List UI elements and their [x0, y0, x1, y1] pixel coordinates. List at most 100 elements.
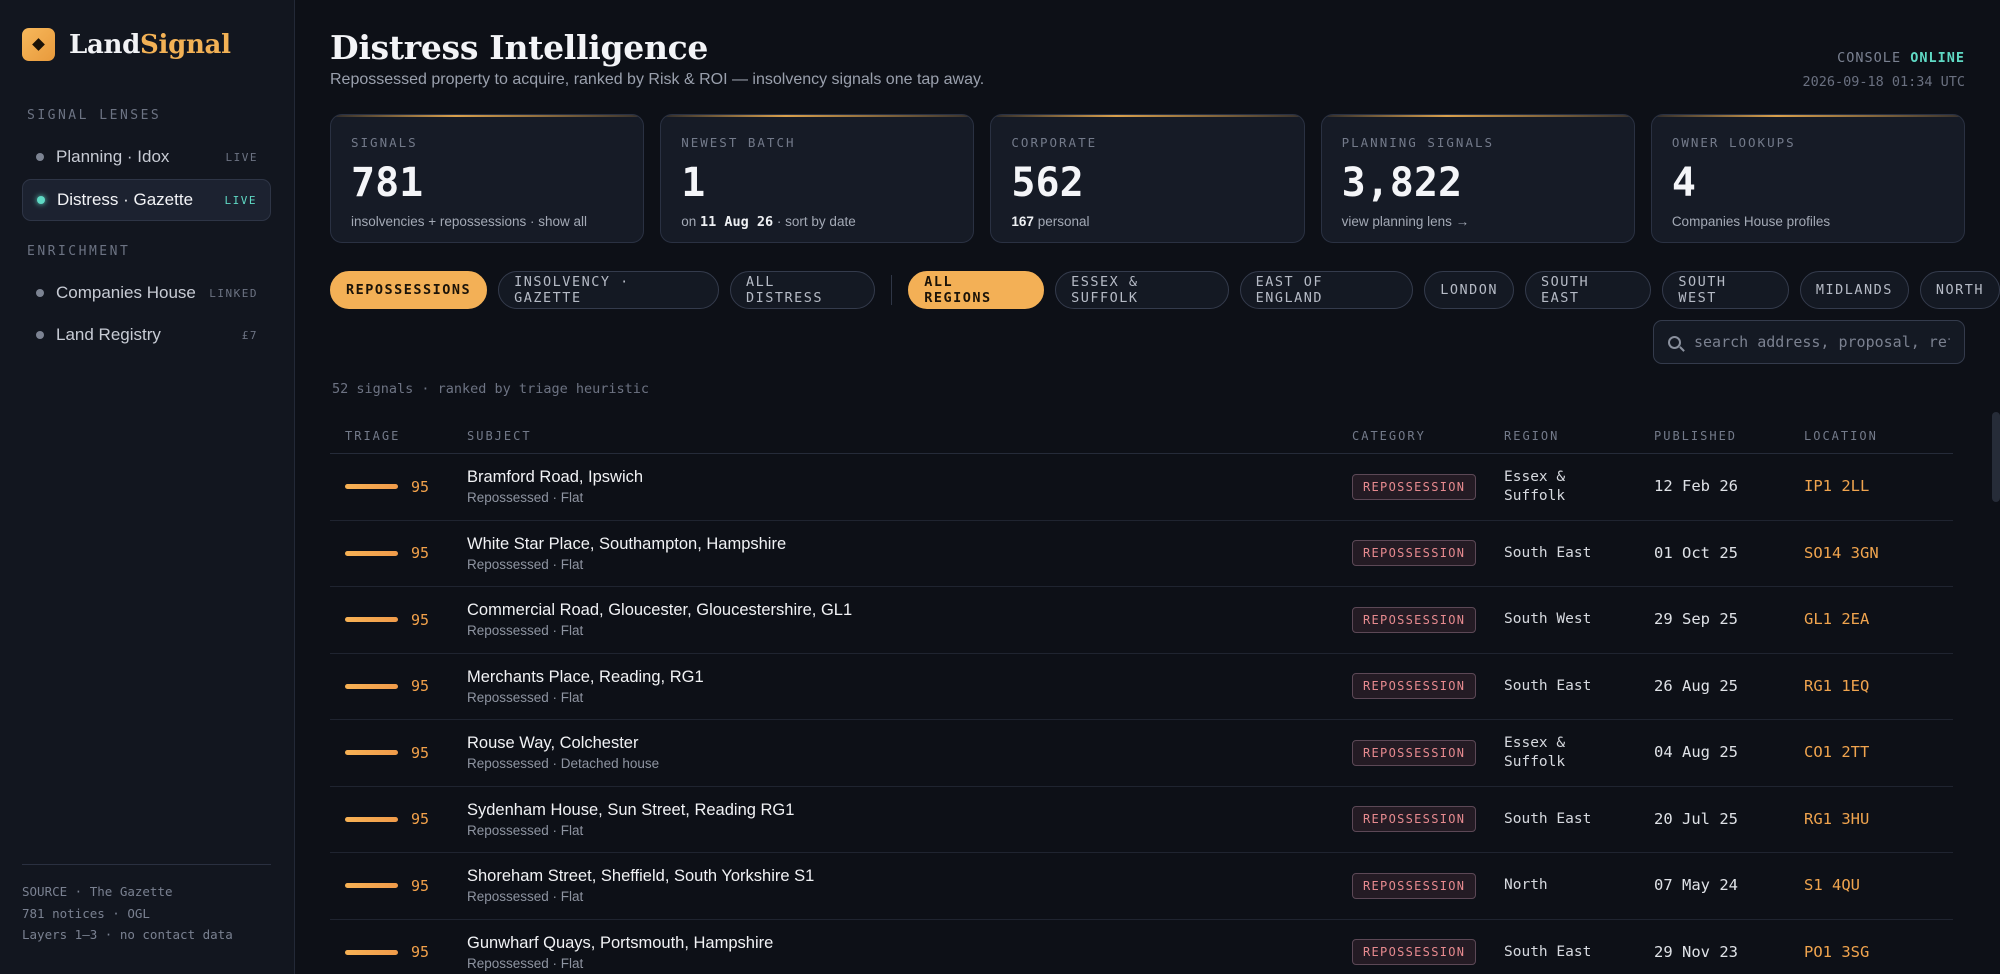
- chip-east-of-england[interactable]: EAST OF ENGLAND: [1239, 271, 1414, 309]
- triage-cell: 95: [330, 943, 467, 961]
- chip-london[interactable]: LONDON: [1424, 271, 1515, 309]
- chip-south-west[interactable]: SOUTH WEST: [1662, 271, 1789, 309]
- kpi-planning-signals[interactable]: PLANNING SIGNALS 3,822 view planning len…: [1320, 114, 1635, 243]
- region-cell: Essex & Suffolk: [1504, 734, 1654, 772]
- chip-south-east[interactable]: SOUTH EAST: [1525, 271, 1652, 309]
- chip-midlands[interactable]: MIDLANDS: [1799, 271, 1909, 309]
- table-row[interactable]: 95 Merchants Place, Reading, RG1 Repossess…: [330, 654, 1953, 720]
- col-published[interactable]: PUBLISHED: [1654, 429, 1804, 443]
- subject-title[interactable]: Commercial Road, Gloucester, Gloucesters…: [467, 601, 1352, 620]
- triage-cell: 95: [330, 744, 467, 762]
- kpi-corporate[interactable]: CORPORATE 562 167 personal: [990, 114, 1305, 243]
- subject-title[interactable]: Gunwharf Quays, Portsmouth, Hampshire: [467, 934, 1352, 953]
- location-cell: RG1 3HU: [1804, 810, 1953, 829]
- category-badge: REPOSSESSION: [1352, 872, 1477, 899]
- triage-score: 95: [411, 743, 430, 762]
- published-date: 01 Oct 25: [1654, 543, 1738, 562]
- status-dot-icon: [37, 196, 45, 204]
- category-badge: REPOSSESSION: [1352, 606, 1477, 633]
- region-cell: South East: [1504, 810, 1654, 829]
- location-cell: GL1 2EA: [1804, 610, 1953, 629]
- brand-name: LandSignal: [69, 30, 231, 60]
- postcode-link[interactable]: GL1 2EA: [1804, 610, 1869, 628]
- triage-score: 95: [411, 943, 430, 962]
- chip-divider: [891, 275, 893, 305]
- subject-title[interactable]: Merchants Place, Reading, RG1: [467, 668, 1352, 687]
- subject-title[interactable]: Shoreham Street, Sheffield, South Yorksh…: [467, 867, 1352, 886]
- table-row[interactable]: 95 Bramford Road, Ipswich Repossessed · Fl…: [330, 454, 1953, 521]
- postcode-link[interactable]: RG1 3HU: [1804, 810, 1869, 828]
- sidebar-item-companies-house[interactable]: Companies House LINKED: [22, 272, 271, 314]
- published-date: 26 Aug 25: [1654, 676, 1738, 695]
- kpi-note: on 11 Aug 26 · sort by date: [681, 214, 953, 230]
- table-row[interactable]: 95 Rouse Way, Colchester Repossessed · Det…: [330, 720, 1953, 787]
- sidebar-item-planning[interactable]: Planning · Idox LIVE: [22, 136, 271, 178]
- region-value: Essex & Suffolk: [1504, 468, 1566, 504]
- col-category[interactable]: CATEGORY: [1352, 429, 1504, 443]
- kpi-owner-lookups[interactable]: OWNER LOOKUPS 4 Companies House profiles: [1650, 114, 1966, 243]
- triage-bar: [345, 617, 398, 623]
- postcode-link[interactable]: CO1 2TT: [1804, 743, 1869, 761]
- published-cell: 04 Aug 25: [1654, 743, 1804, 762]
- subject-title[interactable]: Rouse Way, Colchester: [467, 734, 1352, 753]
- console-timestamp: 2026-09-18 01:34 UTC: [1802, 74, 1965, 90]
- region-value: South East: [1504, 810, 1592, 827]
- subject-title[interactable]: Sydenham House, Sun Street, Reading RG1: [467, 801, 1352, 820]
- chip-insolvency-gazette[interactable]: INSOLVENCY · GAZETTE: [498, 271, 719, 309]
- subject-meta: Repossessed · Flat: [467, 822, 584, 838]
- chip-all-regions[interactable]: ALL REGIONS: [908, 271, 1045, 309]
- triage-bar: [345, 883, 398, 889]
- table-row[interactable]: 95 Shoreham Street, Sheffield, South York…: [330, 853, 1953, 920]
- subject-meta: Repossessed · Flat: [467, 623, 584, 639]
- category-badge: REPOSSESSION: [1352, 673, 1477, 700]
- sidebar-item-land-registry[interactable]: Land Registry £7: [22, 314, 271, 356]
- chip-essex-suffolk[interactable]: ESSEX & SUFFOLK: [1055, 271, 1229, 309]
- region-value: South East: [1504, 943, 1592, 960]
- brand-logo[interactable]: LandSignal: [22, 28, 231, 61]
- postcode-link[interactable]: PO1 3SG: [1804, 943, 1869, 961]
- category-cell: REPOSSESSION: [1352, 739, 1504, 766]
- chip-repossessions[interactable]: REPOSSESSIONS: [330, 271, 488, 309]
- search-input[interactable]: [1694, 333, 1950, 351]
- kpi-label: NEWEST BATCH: [681, 135, 796, 150]
- col-location[interactable]: LOCATION: [1804, 429, 1953, 443]
- table-row[interactable]: 95 White Star Place, Southampton, Hampshi…: [330, 521, 1953, 587]
- subject-cell: Rouse Way, Colchester Repossessed · Detac…: [467, 734, 1352, 771]
- subject-title[interactable]: Bramford Road, Ipswich: [467, 468, 1352, 487]
- postcode-link[interactable]: IP1 2LL: [1804, 477, 1869, 495]
- published-date: 29 Sep 25: [1654, 610, 1738, 629]
- kpi-signals[interactable]: SIGNALS 781 insolvencies + repossessions…: [330, 114, 645, 243]
- table-row[interactable]: 95 Gunwharf Quays, Portsmouth, Hampshire R…: [330, 920, 1953, 974]
- footer-source: SOURCE · The Gazette: [22, 884, 173, 899]
- table-row[interactable]: 95 Sydenham House, Sun Street, Reading RG…: [330, 787, 1953, 853]
- chip-north[interactable]: NORTH: [1919, 271, 2000, 309]
- kpi-note-suffix: · sort by date: [776, 214, 856, 229]
- col-region[interactable]: REGION: [1504, 429, 1654, 443]
- postcode-link[interactable]: RG1 1EQ: [1804, 677, 1869, 695]
- table-row[interactable]: 95 Commercial Road, Gloucester, Glouceste…: [330, 587, 1953, 654]
- location-cell: RG1 1EQ: [1804, 677, 1953, 696]
- scrollbar[interactable]: [1992, 412, 2000, 502]
- kpi-newest-batch[interactable]: NEWEST BATCH 1 on 11 Aug 26 · sort by da…: [660, 114, 975, 243]
- triage-bar: [345, 816, 398, 822]
- chip-all-distress[interactable]: ALL DISTRESS: [729, 271, 876, 309]
- status-dot-icon: [36, 289, 44, 297]
- kpi-value: 4: [1671, 160, 1696, 206]
- region-value: South East: [1504, 677, 1592, 694]
- col-triage[interactable]: TRIAGE: [330, 429, 467, 443]
- section-enrichment: ENRICHMENT: [27, 244, 131, 259]
- col-subject[interactable]: SUBJECT: [467, 429, 1352, 443]
- subject-cell: Gunwharf Quays, Portsmouth, Hampshire Rep…: [467, 934, 1352, 971]
- triage-score: 95: [411, 477, 430, 496]
- category-cell: REPOSSESSION: [1352, 872, 1504, 899]
- sidebar-item-distress[interactable]: Distress · Gazette LIVE: [22, 179, 271, 221]
- kpi-note: 167 personal: [1011, 214, 1283, 229]
- subject-meta: Repossessed · Flat: [467, 490, 584, 506]
- subject-title[interactable]: White Star Place, Southampton, Hampshire: [467, 535, 1352, 554]
- published-cell: 29 Nov 23: [1654, 943, 1804, 962]
- console-status: CONSOLE ONLINE 2026-09-18 01:34 UTC: [1802, 46, 1965, 94]
- postcode-link[interactable]: SO14 3GN: [1804, 544, 1879, 562]
- postcode-link[interactable]: S1 4QU: [1804, 876, 1860, 894]
- search-box[interactable]: [1653, 320, 1965, 364]
- location-cell: CO1 2TT: [1804, 743, 1953, 762]
